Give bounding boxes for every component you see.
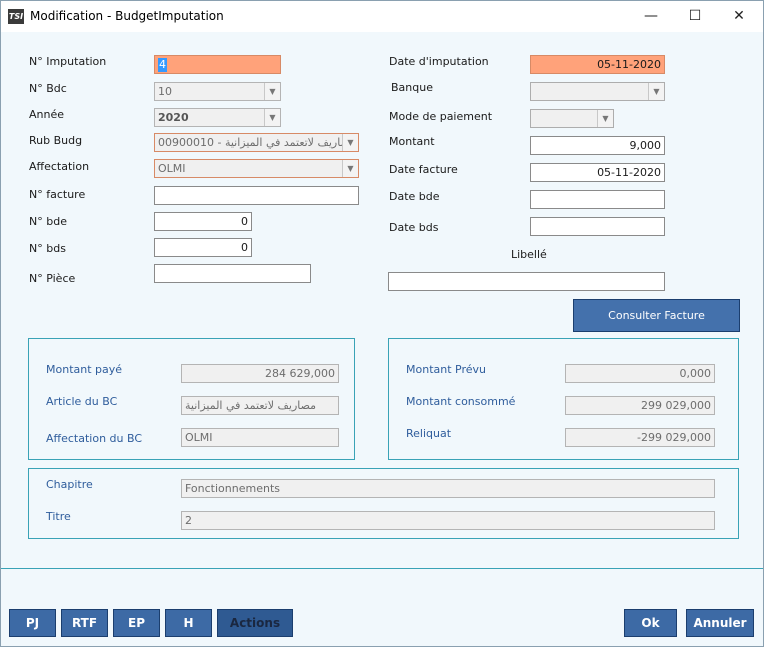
footer-divider [1,568,763,569]
piece-input[interactable] [154,264,311,283]
rub-budg-label: Rub Budg [29,134,83,147]
imputation-field[interactable]: 4 [154,55,281,74]
date-facture-label: Date facture [389,163,458,176]
imputation-value: 4 [158,58,167,72]
bdc-label: N° Bdc [29,82,67,95]
montant-label: Montant [389,135,435,148]
annee-label: Année [29,108,65,121]
annee-value: 2020 [158,111,189,124]
bde-label: N° bde [29,215,67,228]
facture-label: N° facture [29,188,86,201]
mode-paiement-select[interactable]: ▼ [530,109,614,128]
reliquat-field: -299 029,000 [565,428,715,447]
title-bar: TSI Modification - BudgetImputation — ☐ … [1,1,763,32]
montant-input[interactable]: 9,000 [530,136,665,155]
close-button[interactable]: ✕ [717,1,761,32]
app-logo-icon: TSI [8,9,24,24]
imputation-label: N° Imputation [29,55,107,68]
chevron-down-icon: ▼ [264,83,280,100]
maximize-button[interactable]: ☐ [673,1,717,32]
bds-input[interactable]: 0 [154,238,252,257]
affectation-label: Affectation [29,160,90,173]
ok-button[interactable]: Ok [624,609,677,637]
actions-button[interactable]: Actions [217,609,293,637]
date-bds-input[interactable] [530,217,665,236]
montant-prevu-label: Montant Prévu [406,363,486,376]
rtf-button[interactable]: RTF [61,609,108,637]
chapitre-field: Fonctionnements [181,479,715,498]
facture-input[interactable] [154,186,359,205]
affectation-select[interactable]: OLMI ▼ [154,159,359,178]
consulter-facture-button[interactable]: Consulter Facture [573,299,740,332]
chevron-down-icon: ▼ [597,110,613,127]
date-bde-label: Date bde [389,190,440,203]
montant-consomme-label: Montant consommé [406,395,516,408]
chevron-down-icon: ▼ [648,83,664,100]
date-imputation-label: Date d'imputation [389,55,489,68]
titre-field: 2 [181,511,715,530]
chevron-down-icon: ▼ [342,160,358,177]
date-bds-label: Date bds [389,221,439,234]
bdc-select[interactable]: 10 ▼ [154,82,281,101]
rub-budg-value: 00900010 - مصاريف لاتعتمد في الميزانية [158,136,356,149]
banque-select[interactable]: ▼ [530,82,665,101]
ep-button[interactable]: EP [113,609,160,637]
libelle-input[interactable] [388,272,665,291]
libelle-label: Libellé [511,248,547,261]
piece-label: N° Pièce [29,272,76,285]
pj-button[interactable]: PJ [9,609,56,637]
affectation-bc-field: OLMI [181,428,339,447]
chevron-down-icon: ▼ [264,109,280,126]
rub-budg-select[interactable]: 00900010 - مصاريف لاتعتمد في الميزانية ▼ [154,133,359,152]
article-bc-field: مصاريف لاتعتمد في الميزانية [181,396,339,415]
affectation-value: OLMI [158,162,186,175]
reliquat-label: Reliquat [406,427,452,440]
date-facture-input[interactable]: 05-11-2020 [530,163,665,182]
annuler-button[interactable]: Annuler [686,609,754,637]
bds-label: N° bds [29,242,66,255]
window-title: Modification - BudgetImputation [30,9,224,23]
chapitre-label: Chapitre [46,478,93,491]
affectation-bc-label: Affectation du BC [46,432,143,445]
montant-prevu-field: 0,000 [565,364,715,383]
montant-consomme-field: 299 029,000 [565,396,715,415]
date-imputation-input[interactable]: 05-11-2020 [530,55,665,74]
bdc-value: 10 [158,85,172,98]
chevron-down-icon: ▼ [342,134,358,151]
annee-select[interactable]: 2020 ▼ [154,108,281,127]
budget-imputation-window: TSI Modification - BudgetImputation — ☐ … [0,0,764,647]
minimize-button[interactable]: — [629,1,673,32]
montant-paye-field: 284 629,000 [181,364,339,383]
mode-paiement-label: Mode de paiement [389,110,493,123]
montant-paye-label: Montant payé [46,363,123,376]
h-button[interactable]: H [165,609,212,637]
banque-label: Banque [391,81,433,94]
titre-label: Titre [46,510,71,523]
date-bde-input[interactable] [530,190,665,209]
bde-input[interactable]: 0 [154,212,252,231]
article-bc-label: Article du BC [46,395,118,408]
